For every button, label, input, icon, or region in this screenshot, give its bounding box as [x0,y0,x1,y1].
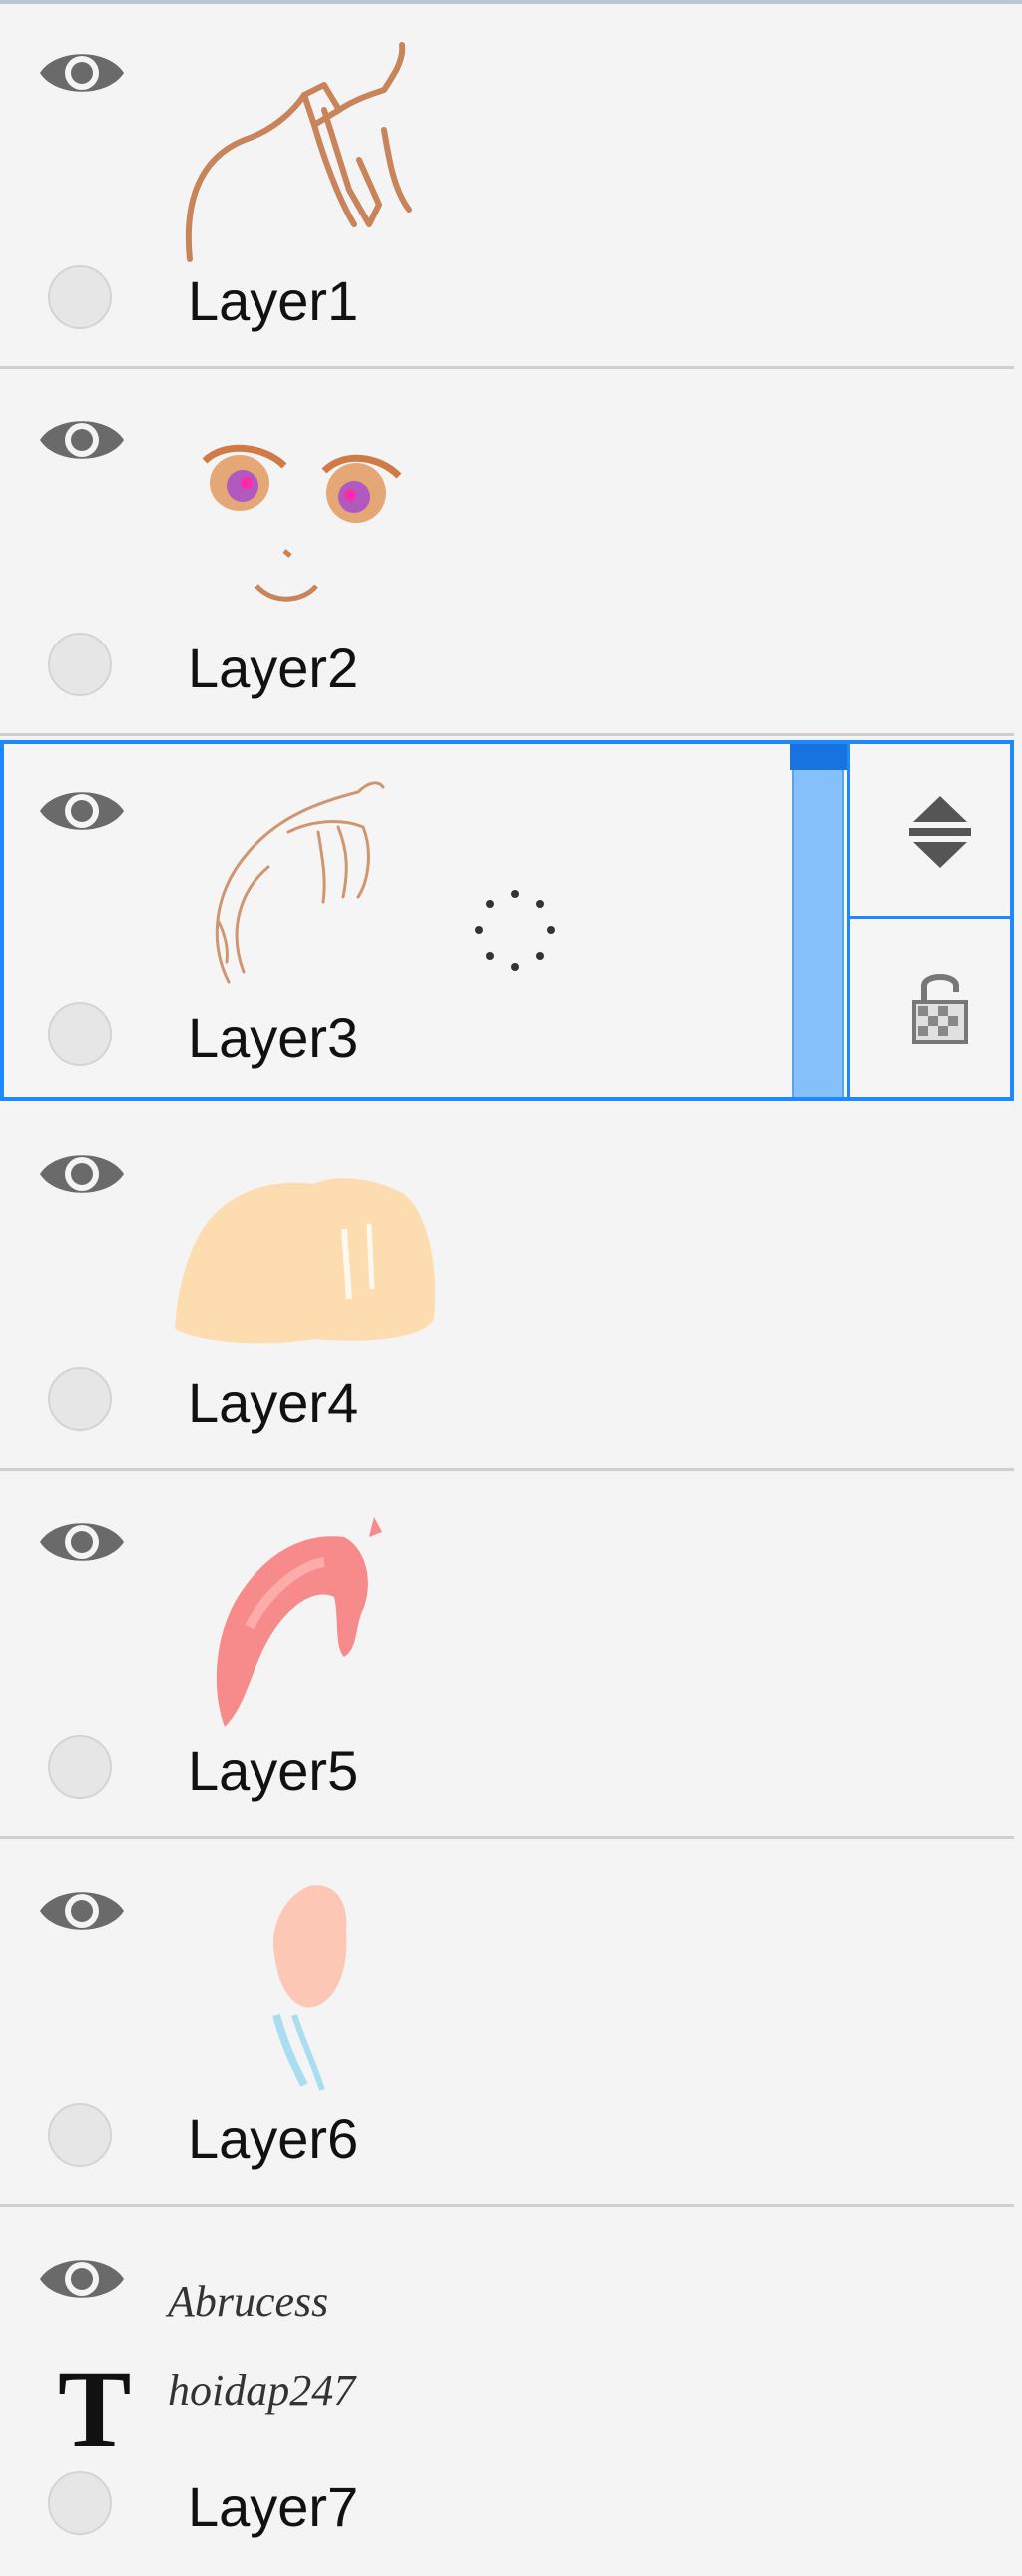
opacity-slider-handle[interactable] [790,744,850,770]
layer-row-7[interactable]: T Abrucess hoidap247 Layer7 [0,2210,1014,2576]
layer-select-radio[interactable] [48,265,112,329]
layer-row-2[interactable]: Layer2 [0,371,1014,736]
layer-row-3[interactable]: Layer3 [0,740,1014,1101]
layer-name: Layer7 [188,2475,359,2538]
layer-row-4[interactable]: Layer4 [0,1105,1014,1471]
layer-thumbnail [175,1178,436,1344]
controls-divider [850,916,1013,919]
layer-select-radio[interactable] [48,1002,112,1066]
layer-thumbnail [215,781,385,984]
layer-thumbnail [202,444,402,602]
layer-thumbnail [216,1517,382,1727]
text-layer-icon: T [58,2349,132,2470]
layer-row-1[interactable]: Layer1 [0,4,1014,369]
unlock-icon[interactable] [910,966,970,1046]
eye-icon[interactable] [36,1143,128,1205]
eye-icon[interactable] [36,409,128,471]
layer-select-radio[interactable] [48,633,112,696]
layer-select-radio[interactable] [48,1735,112,1799]
layer-name: Layer1 [188,269,359,332]
eye-icon[interactable] [36,2248,128,2310]
eye-icon[interactable] [36,780,128,842]
layer-name: Layer6 [188,2107,359,2170]
layer-thumbnail [272,1885,347,2091]
layer-row-5[interactable]: Layer5 [0,1474,1014,1839]
layer-select-radio[interactable] [48,2103,112,2167]
layer-select-radio[interactable] [48,1367,112,1431]
layer-name: Layer3 [188,1006,359,1069]
loading-icon [475,890,555,971]
layer-name: Layer2 [188,637,359,699]
layer-thumbnail [185,42,412,262]
reorder-arrows-icon[interactable] [905,792,975,872]
eye-icon[interactable] [36,42,128,104]
layer-select-radio[interactable] [48,2471,112,2535]
eye-icon[interactable] [36,1511,128,1573]
text-preview-line-2: hoidap247 [168,2366,356,2415]
layer-name: Layer4 [188,1371,359,1434]
layers-panel: Layer1 Layer2 Layer3 Layer4 Layer5 Layer… [0,0,1022,2576]
opacity-slider[interactable] [790,744,850,1097]
text-preview-line-1: Abrucess [168,2277,329,2326]
eye-icon[interactable] [36,1880,128,1941]
layer-side-controls [847,744,1013,1101]
layer-name: Layer5 [188,1739,359,1802]
layer-row-6[interactable]: Layer6 [0,1842,1014,2207]
